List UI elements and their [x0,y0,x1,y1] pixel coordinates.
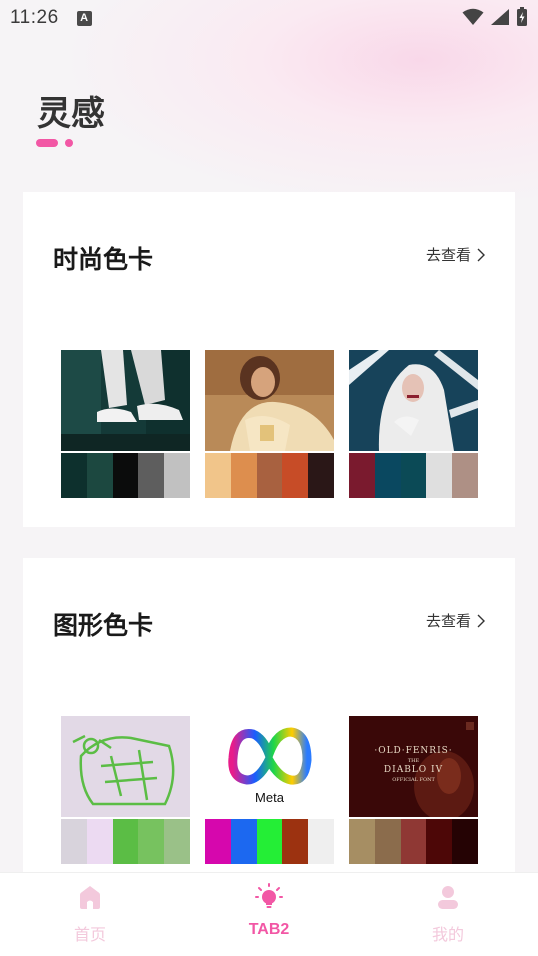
color-swatch [256,819,283,864]
color-swatch [112,453,139,498]
palette-item[interactable]: ·OLD·FENRIS· THE DIABLO IV OFFICIAL FONT [349,716,478,864]
color-swatch [349,819,375,864]
status-time: 11:26 [10,7,59,28]
tab-label: 首页 [73,925,106,944]
home-icon [80,886,100,909]
section-title: 时尚色卡 [53,245,154,274]
signal-icon [491,9,509,25]
status-bar: 11:26 A [0,0,538,36]
color-swatch [164,453,190,498]
color-swatch-row [61,819,190,864]
color-swatch [308,453,334,498]
color-swatch [282,819,309,864]
color-swatch [138,819,165,864]
color-swatch [86,819,113,864]
graphic-palette-card: 图形色卡 去查看 Meta ·OLD·FENRIS· THE DIABLO IV… [23,558,515,878]
poster-title: ·OLD·FENRIS· [374,746,453,756]
view-more-label: 去查看 [425,612,471,630]
color-swatch [308,819,334,864]
meta-logo: Meta [205,716,334,817]
lightbulb-icon [255,883,283,908]
view-more-link[interactable]: 去查看 [426,244,485,265]
view-more-link[interactable]: 去查看 [426,610,485,631]
green-line-art [61,716,190,817]
color-swatch [205,819,231,864]
chevron-right-icon [477,248,485,261]
color-swatch [426,819,453,864]
status-icons [462,7,528,27]
tab-label: TAB2 [248,921,290,938]
palette-item[interactable]: Meta [205,716,334,864]
palette-item[interactable] [349,350,478,498]
color-swatch [374,453,401,498]
color-swatch [256,453,283,498]
person-icon [438,886,458,909]
meta-caption: Meta [255,790,284,805]
color-swatch [400,819,427,864]
color-swatch [61,819,87,864]
color-swatch [230,819,257,864]
color-swatch [112,819,139,864]
tab-label: 我的 [431,925,464,944]
color-swatch [230,453,257,498]
battery-icon [517,7,527,26]
color-swatch [86,453,113,498]
diablo-poster: ·OLD·FENRIS· THE DIABLO IV OFFICIAL FONT [349,716,478,817]
color-swatch [426,453,453,498]
title-decoration-dot [65,139,73,147]
woman-gold-photo [205,350,334,451]
white-hood-photo [349,350,478,451]
color-swatch [374,819,401,864]
color-swatch [349,453,375,498]
title-decoration-dash [36,139,58,147]
color-swatch [61,453,87,498]
color-swatch-row [349,453,478,498]
page-title: 灵感 [37,94,105,134]
sneakers-photo [61,350,190,451]
section-title: 图形色卡 [53,611,154,640]
color-swatch-row [61,453,190,498]
color-swatch [452,453,478,498]
chevron-right-icon [477,614,485,627]
poster-subtitle: DIABLO IV [383,765,444,775]
bottom-tab-bar: 首页 TAB2 我的 [0,872,538,956]
tab-tab2[interactable]: TAB2 [229,883,309,939]
poster-the: THE [407,758,420,764]
palette-item[interactable] [61,716,190,864]
view-more-label: 去查看 [425,246,471,264]
poster-caption: OFFICIAL FONT [392,777,435,783]
color-swatch-row [205,819,334,864]
color-swatch-row [349,819,478,864]
color-swatch [138,453,165,498]
color-swatch [452,819,478,864]
fashion-palette-card: 时尚色卡 去查看 [23,192,515,527]
palette-item[interactable] [61,350,190,498]
color-swatch [164,819,190,864]
palette-item[interactable] [205,350,334,498]
color-swatch [205,453,231,498]
notification-a-icon: A [76,10,92,26]
color-swatch-row [205,453,334,498]
wifi-icon [462,8,484,25]
tab-home[interactable]: 首页 [50,883,130,945]
tab-mine[interactable]: 我的 [408,883,488,945]
color-swatch [400,453,427,498]
color-swatch [282,453,309,498]
